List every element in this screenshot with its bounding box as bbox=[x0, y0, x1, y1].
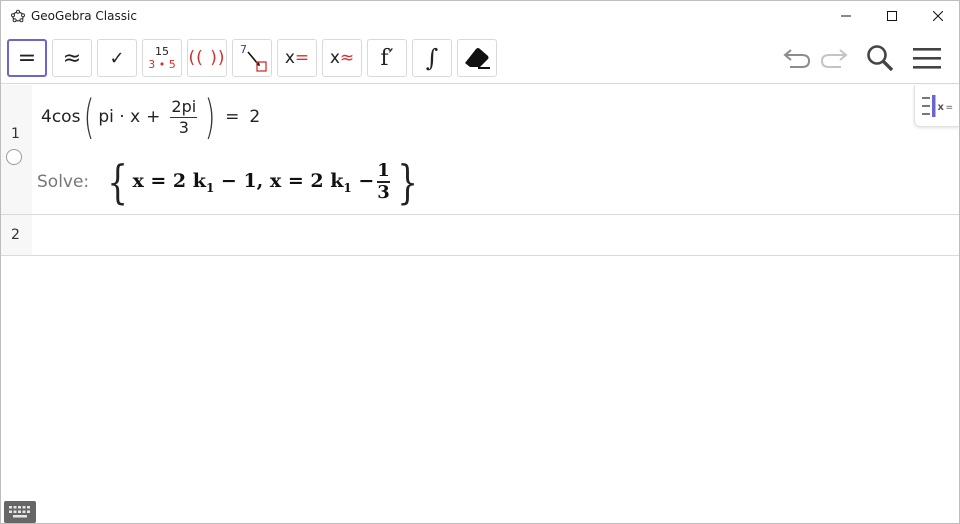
expand-button[interactable]: (( )) bbox=[187, 39, 227, 77]
minimize-icon bbox=[841, 15, 851, 17]
solution-fraction: 1 3 bbox=[377, 161, 390, 203]
toggle-algebra-description-button[interactable]: x = bbox=[914, 85, 959, 127]
keyboard-icon bbox=[9, 506, 30, 518]
output-label: Solve: bbox=[37, 172, 90, 192]
derivative-icon: f′ bbox=[380, 45, 394, 71]
cas-view: 1 4cos ( pi · x + 2pi 3 ) = 2 Solve: {x… bbox=[1, 85, 959, 523]
eraser-icon bbox=[465, 48, 490, 69]
row-gutter: 2 bbox=[1, 215, 32, 255]
nsolve-icon: x≈ bbox=[329, 48, 355, 68]
approx-icon: ≈ bbox=[62, 45, 82, 71]
evaluate-button[interactable]: = bbox=[7, 39, 47, 77]
integral-button[interactable]: ∫ bbox=[412, 39, 452, 77]
solve-button[interactable]: x= bbox=[277, 39, 317, 77]
expand-icon: (( )) bbox=[188, 48, 226, 68]
left-paren: ( bbox=[84, 90, 95, 144]
virtual-keyboard-button[interactable] bbox=[4, 501, 36, 523]
row-gutter: 1 bbox=[1, 85, 32, 214]
solution-fraction-numerator: 1 bbox=[377, 160, 390, 181]
svg-text:x: x bbox=[938, 102, 945, 113]
cas-output: Solve: { x = 2 k1 − 1, x = 2 k1 − 1 3 } bbox=[37, 151, 422, 213]
evaluate-icon: = bbox=[17, 45, 37, 71]
keep-input-button[interactable]: ✓ bbox=[97, 39, 137, 77]
hamburger-menu-icon bbox=[913, 48, 941, 69]
visibility-toggle[interactable] bbox=[6, 149, 22, 165]
equals-sign: = bbox=[225, 107, 240, 127]
close-button[interactable] bbox=[915, 1, 959, 31]
undo-button[interactable] bbox=[780, 41, 814, 75]
integral-icon: ∫ bbox=[425, 44, 439, 72]
minimize-button[interactable] bbox=[823, 1, 869, 31]
search-button[interactable] bbox=[863, 41, 897, 75]
numeric-button[interactable]: ≈ bbox=[52, 39, 92, 77]
solve-icon: x= bbox=[284, 48, 310, 68]
factor-icon: 15 3 • 5 bbox=[148, 45, 176, 71]
plus-sign: + bbox=[146, 107, 161, 127]
maximize-button[interactable] bbox=[869, 1, 915, 31]
undo-icon bbox=[783, 49, 811, 68]
app-window: GeoGebra Classic = ≈ ✓ 15 3 • 5 (( )) 7 … bbox=[0, 0, 960, 524]
solution-fraction-denominator: 3 bbox=[377, 182, 390, 203]
redo-icon bbox=[820, 49, 848, 68]
row-number: 2 bbox=[11, 227, 20, 243]
fraction-numerator: 2pi bbox=[171, 96, 197, 116]
fraction: 2pi 3 bbox=[170, 96, 198, 138]
delete-button[interactable] bbox=[457, 39, 497, 77]
cas-toolbar: = ≈ ✓ 15 3 • 5 (( )) 7 x= x≈ f′ ∫ bbox=[1, 31, 959, 84]
nsolve-button[interactable]: x≈ bbox=[322, 39, 362, 77]
left-brace: { bbox=[107, 155, 129, 209]
cas-row[interactable]: 1 4cos ( pi · x + 2pi 3 ) = 2 Solve: {x… bbox=[1, 85, 959, 215]
substitute-button[interactable]: 7 bbox=[232, 39, 272, 77]
row-number: 1 bbox=[11, 126, 20, 142]
main-menu-button[interactable] bbox=[910, 41, 944, 75]
redo-button[interactable] bbox=[817, 41, 851, 75]
cas-row[interactable]: 2 bbox=[1, 215, 959, 256]
close-icon bbox=[933, 11, 943, 21]
function-name: 4cos bbox=[41, 107, 81, 127]
window-title: GeoGebra Classic bbox=[31, 9, 137, 23]
algebra-description-icon: x = bbox=[922, 94, 954, 117]
term: pi · x bbox=[98, 107, 141, 127]
derivative-button[interactable]: f′ bbox=[367, 39, 407, 77]
svg-text:=: = bbox=[946, 103, 954, 113]
right-paren: ) bbox=[204, 90, 216, 144]
right-hand-side: 2 bbox=[249, 107, 261, 127]
right-brace: } bbox=[397, 155, 418, 209]
title-bar: GeoGebra Classic bbox=[1, 1, 959, 31]
fraction-denominator: 3 bbox=[178, 117, 189, 137]
search-icon bbox=[867, 45, 894, 72]
solution-text: x = 2 k1 − 1, x = 2 k1 − bbox=[132, 169, 375, 195]
maximize-icon bbox=[887, 11, 897, 21]
substitute-number: 7 bbox=[240, 43, 247, 56]
checkmark-icon: ✓ bbox=[109, 47, 125, 69]
substitute-icon: 7 bbox=[240, 43, 267, 72]
cas-input-field[interactable] bbox=[41, 223, 901, 247]
factor-button[interactable]: 15 3 • 5 bbox=[142, 39, 182, 77]
geogebra-logo-icon bbox=[11, 9, 25, 23]
cas-input-expression[interactable]: 4cos ( pi · x + 2pi 3 ) = 2 bbox=[41, 91, 260, 143]
